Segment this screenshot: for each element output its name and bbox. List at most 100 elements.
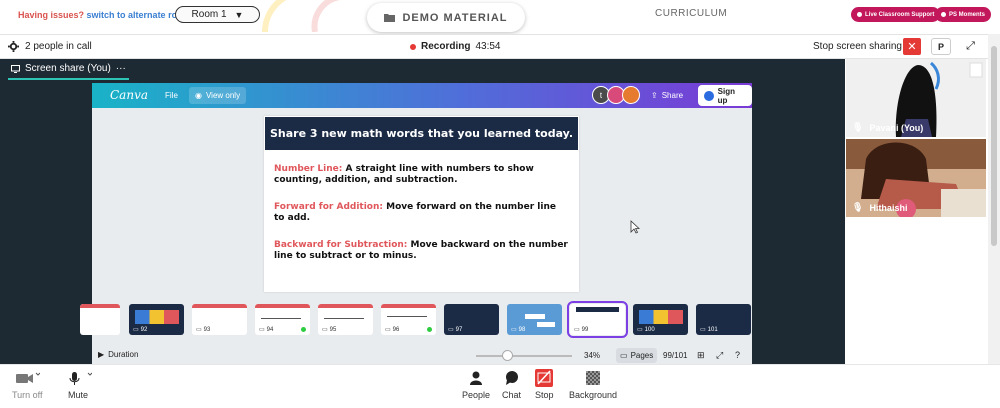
slide-term: Number Line: xyxy=(274,164,343,174)
slide-title: Share 3 new math words that you learned … xyxy=(265,117,578,150)
stop-button[interactable]: Stop xyxy=(535,369,554,400)
view-only-button[interactable]: ◉ View only xyxy=(189,87,247,104)
microphone-icon: 🎙 xyxy=(852,202,864,212)
thumbnail-partial[interactable] xyxy=(80,304,120,335)
thumbnail-selected[interactable]: ▭ 99 xyxy=(567,301,628,338)
thumbnail[interactable]: ▭ 96 xyxy=(381,304,436,335)
fullscreen-icon[interactable]: ⤢ xyxy=(716,350,723,361)
thumbnail[interactable]: ▭ 98 xyxy=(507,304,562,335)
turn-off-label: Turn off xyxy=(12,390,43,400)
top-bar: Having issues? switch to alternate room … xyxy=(0,0,1000,34)
issues-notice: Having issues? switch to alternate room xyxy=(18,10,191,20)
thumbnail[interactable]: ▭ 94 xyxy=(255,304,310,335)
slide-body: Number Line: A straight line with number… xyxy=(274,164,569,278)
people-count[interactable]: 2 people in call xyxy=(8,41,92,52)
live-support-label: Live Classroom Support xyxy=(865,11,935,18)
canva-footer: ▶ Duration 34% ▭ Pages 99/101 ⊞ ⤢ ? xyxy=(92,347,752,365)
app-root: Having issues? switch to alternate room … xyxy=(0,0,1000,408)
share-label: Share xyxy=(661,91,684,100)
file-menu[interactable]: File xyxy=(165,91,178,100)
room-select-value: Room 1 xyxy=(191,9,227,20)
scrollbar-thumb[interactable] xyxy=(991,46,997,246)
help-icon[interactable]: ? xyxy=(735,350,740,360)
pages-button[interactable]: ▭ Pages xyxy=(616,348,658,363)
stop-sharing-button[interactable]: ✕ xyxy=(903,38,921,55)
stage-gutter xyxy=(752,83,845,364)
chat-icon xyxy=(505,370,519,386)
demo-material-button[interactable]: DEMO MATERIAL xyxy=(367,3,525,32)
stop-share-icon xyxy=(535,369,554,387)
sign-up-button[interactable]: Sign up xyxy=(698,85,752,106)
view-only-label: View only xyxy=(205,91,241,100)
video-camera-icon xyxy=(14,370,41,386)
ps-moments-label: PS Moments xyxy=(949,11,986,18)
comment-icon: ▭ xyxy=(637,327,643,333)
duration-button[interactable]: ▶ Duration xyxy=(98,350,138,359)
thumbnail[interactable]: ▭ 101 xyxy=(696,304,751,335)
room-select[interactable]: Room 1 ▼ xyxy=(175,6,260,23)
canva-icon xyxy=(704,90,714,101)
thumbnail-number-line xyxy=(387,316,427,317)
canva-toolbar: Canva File ◉ View only t ⇪ Share Sign up xyxy=(92,83,752,108)
collaborator-avatars[interactable]: t xyxy=(592,86,640,104)
live-support-button[interactable]: Live Classroom Support xyxy=(851,7,941,22)
close-icon: ✕ xyxy=(907,41,917,53)
zoom-value: 34% xyxy=(584,351,601,360)
person-icon xyxy=(470,370,483,386)
curriculum-tab[interactable]: CURRICULUM xyxy=(655,8,727,19)
eye-icon: ◉ xyxy=(195,91,202,100)
ps-moments-button[interactable]: PS Moments xyxy=(935,7,992,22)
thumbnail[interactable]: ▭ 100 xyxy=(633,304,688,335)
play-icon: ▶ xyxy=(98,350,105,359)
background-label: Background xyxy=(569,390,618,400)
thumbnail[interactable]: ▭ 92 xyxy=(129,304,184,335)
page-count: 99/101 xyxy=(663,351,688,360)
participant-tile[interactable]: 🎙 Hithaishi xyxy=(846,139,986,217)
slide-item: Number Line: A straight line with number… xyxy=(274,164,569,186)
chat-button[interactable]: Chat xyxy=(502,370,521,400)
thumbnail-number: ▭ 92 xyxy=(133,326,148,334)
mute-button[interactable]: Mute xyxy=(64,370,92,400)
expand-icon[interactable]: ⤢ xyxy=(962,38,979,55)
thumbnail-stripe xyxy=(192,304,247,308)
thumbnail-number-line xyxy=(261,318,301,319)
screen-share-tab[interactable]: Screen share (You) ··· xyxy=(8,59,129,80)
decorative-arcs xyxy=(262,0,341,32)
thumbnail[interactable]: ▭ 95 xyxy=(318,304,373,335)
p-button[interactable]: P xyxy=(931,38,951,55)
upload-icon: ⇪ xyxy=(651,91,658,100)
more-icon[interactable]: ··· xyxy=(116,63,126,74)
slide: Share 3 new math words that you learned … xyxy=(264,116,579,292)
comment-icon: ▭ xyxy=(322,327,328,333)
canva-logo: Canva xyxy=(110,88,148,102)
turn-off-camera-button[interactable]: Turn off xyxy=(12,370,43,400)
thumbnail[interactable]: ▭ 93 xyxy=(192,304,247,335)
thumbnail[interactable]: ▭ 97 xyxy=(444,304,499,335)
stop-sharing-label: Stop screen sharing xyxy=(813,41,902,52)
thumbnail-art xyxy=(576,307,619,312)
comment-icon: ▭ xyxy=(511,327,517,333)
thumbnail-stripe xyxy=(255,304,310,308)
comment-icon: ▭ xyxy=(448,327,454,333)
zoom-slider[interactable] xyxy=(476,355,572,357)
participant-tile[interactable]: 🎙 Pavani (You) xyxy=(846,59,986,137)
avatar xyxy=(622,86,640,104)
share-button[interactable]: ⇪ Share xyxy=(645,87,689,104)
comment-icon: ▭ xyxy=(196,327,202,333)
canva-window: Canva File ◉ View only t ⇪ Share Sign up… xyxy=(80,83,752,365)
thumbnail-number: ▭ 95 xyxy=(322,326,337,334)
people-button[interactable]: People xyxy=(462,370,490,400)
scrollbar[interactable] xyxy=(988,34,1000,364)
grid-icon[interactable]: ⊞ xyxy=(697,350,705,361)
background-button[interactable]: Background xyxy=(569,370,617,400)
demo-material-label: DEMO MATERIAL xyxy=(402,11,508,24)
zoom-slider-handle[interactable] xyxy=(502,350,513,361)
duration-label: Duration xyxy=(108,350,139,359)
pages-icon: ▭ xyxy=(620,351,628,360)
participant-name: 🎙 Hithaishi xyxy=(852,202,908,213)
thumbnail-number-line xyxy=(324,318,364,319)
comment-icon: ▭ xyxy=(133,327,139,333)
thumbnail-number: ▭ 97 xyxy=(448,326,463,334)
people-label: People xyxy=(462,390,491,400)
thumbnail-art xyxy=(525,314,545,319)
